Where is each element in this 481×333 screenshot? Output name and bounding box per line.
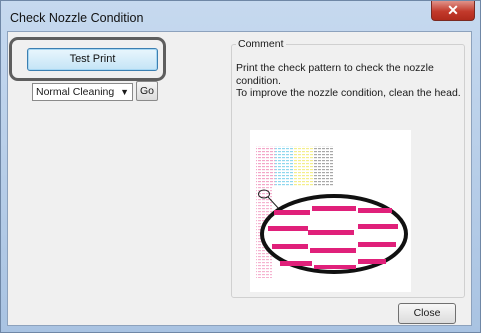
test-print-button[interactable]: Test Print (27, 48, 158, 71)
cleaning-type-select[interactable]: Normal Cleaning ▼ (32, 83, 133, 101)
title-bar[interactable]: Check Nozzle Condition ✕ (1, 1, 480, 33)
go-button[interactable]: Go (136, 81, 158, 101)
cleaning-type-value: Normal Cleaning (36, 86, 115, 98)
comment-line-2: To improve the nozzle condition, clean t… (236, 87, 461, 99)
comment-label: Comment (236, 38, 286, 50)
nozzle-check-pattern-image (250, 130, 411, 292)
close-icon[interactable]: ✕ (431, 1, 475, 21)
close-button[interactable]: Close (398, 303, 456, 324)
comment-line-1: Print the check pattern to check the noz… (236, 62, 434, 87)
chevron-down-icon: ▼ (120, 87, 129, 97)
window-title: Check Nozzle Condition (10, 11, 144, 25)
comment-text: Print the check pattern to check the noz… (236, 62, 461, 100)
